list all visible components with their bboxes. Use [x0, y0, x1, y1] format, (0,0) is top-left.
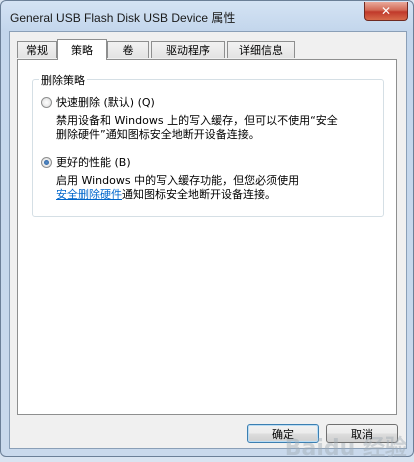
watermark-logo: Baidu 经验 [284, 436, 407, 461]
tab-policies[interactable]: 策略 [57, 39, 107, 60]
policies-panel: 删除策略 快速删除 (默认) (Q) 禁用设备和 Windows 上的写入缓存，… [17, 59, 397, 415]
better-performance-option[interactable]: 更好的性能 (B) [41, 154, 131, 170]
tab-details[interactable]: 详细信息 [227, 41, 295, 58]
group-title: 删除策略 [39, 72, 87, 88]
close-icon: ✕ [380, 4, 392, 18]
tab-general[interactable]: 常规 [17, 41, 57, 58]
safely-remove-hardware-link[interactable]: 安全删除硬件 [56, 188, 122, 201]
dialog-body: 常规 策略 卷 驱动程序 详细信息 删除策略 快速删除 (默认) (Q) 禁用设… [9, 31, 407, 449]
tab-volumes[interactable]: 卷 [107, 41, 149, 58]
close-button[interactable]: ✕ [364, 2, 408, 21]
properties-window: General USB Flash Disk USB Device 属性 ✕ 常… [0, 0, 414, 461]
removal-policy-group: 删除策略 快速删除 (默认) (Q) 禁用设备和 Windows 上的写入缓存，… [32, 72, 384, 217]
quick-removal-label[interactable]: 快速删除 (默认) (Q) [56, 94, 155, 110]
better-performance-description: 启用 Windows 中的写入缓存功能，但您必须使用 安全删除硬件通知图标安全地… [56, 174, 300, 201]
window-title: General USB Flash Disk USB Device 属性 [10, 11, 236, 25]
quick-removal-option[interactable]: 快速删除 (默认) (Q) [41, 94, 155, 110]
better-performance-label[interactable]: 更好的性能 (B) [56, 154, 131, 170]
quick-removal-radio[interactable] [41, 96, 52, 108]
better-performance-radio[interactable] [41, 156, 52, 168]
title-bar[interactable]: General USB Flash Disk USB Device 属性 ✕ [1, 1, 413, 31]
quick-removal-description: 禁用设备和 Windows 上的写入缓存，但可以不使用“安全 删除硬件”通知图标… [56, 114, 338, 141]
tab-driver[interactable]: 驱动程序 [151, 41, 225, 58]
